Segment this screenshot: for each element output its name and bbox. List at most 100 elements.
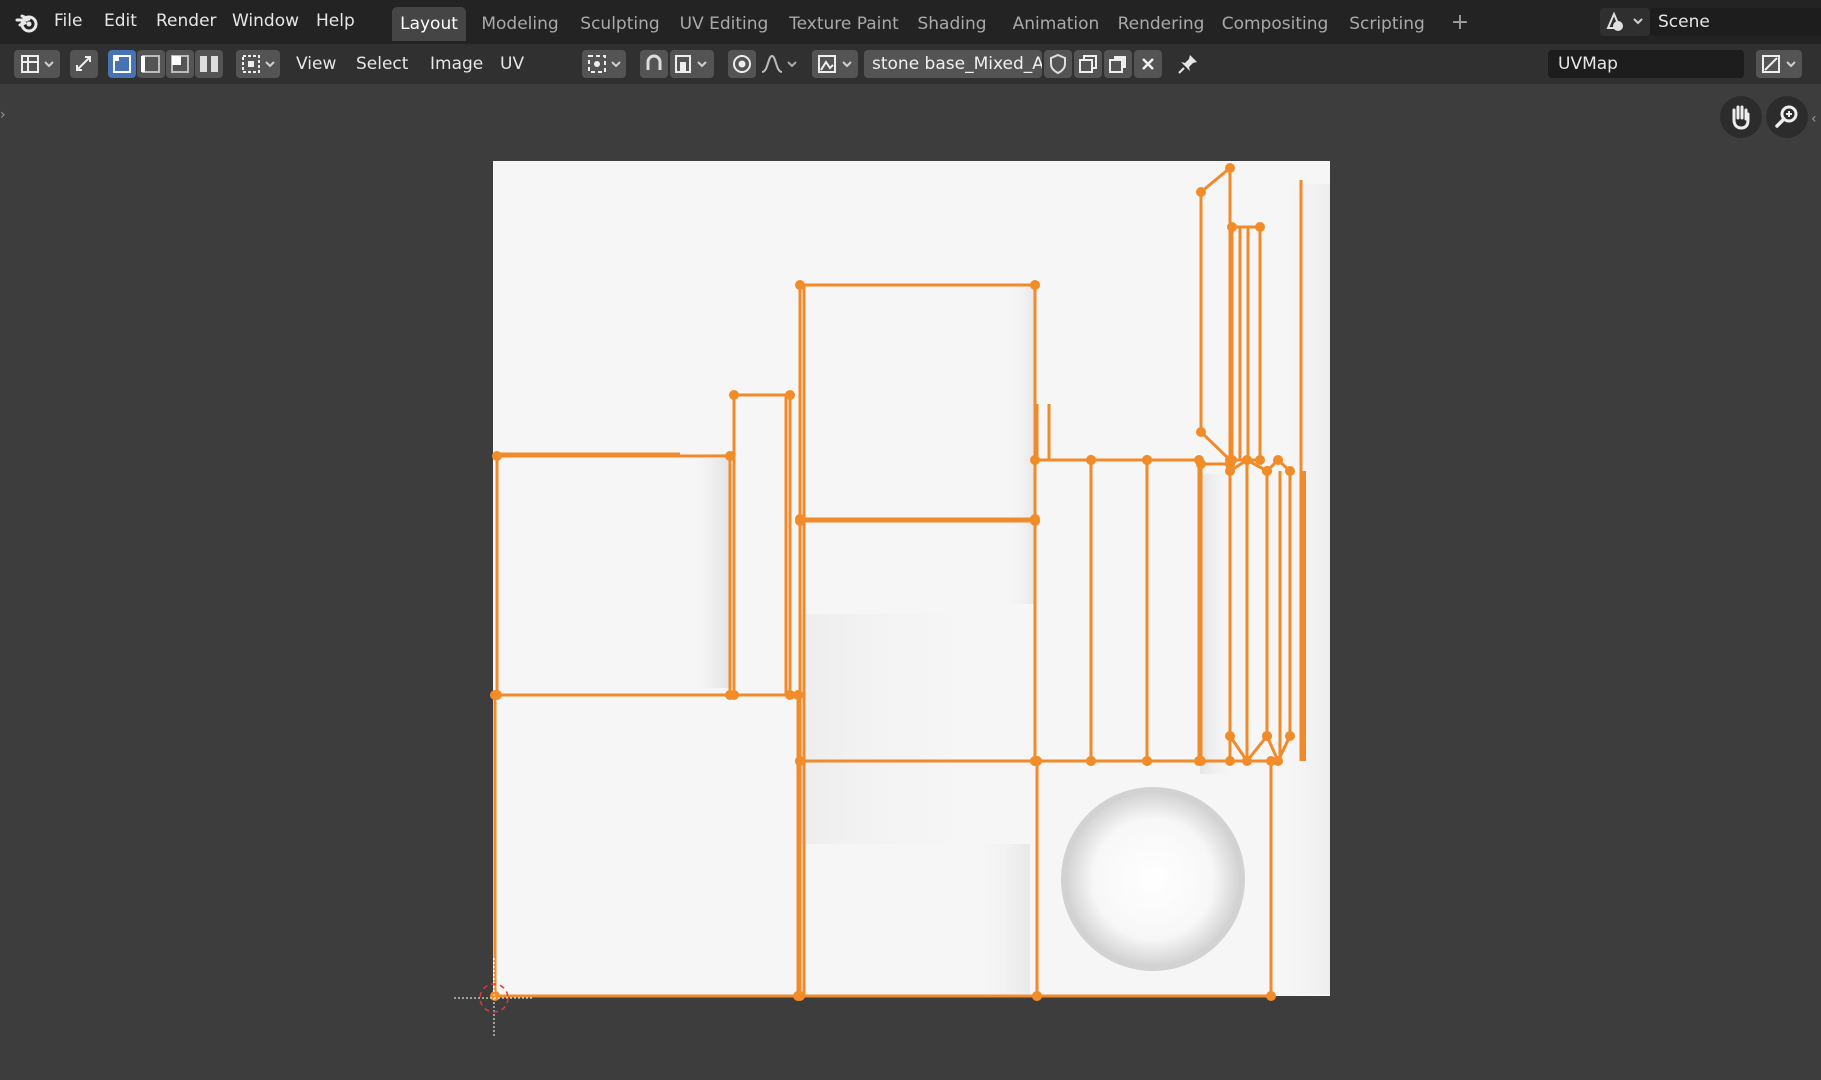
falloff-curve-icon <box>761 54 797 73</box>
fake-user-button[interactable] <box>1044 50 1072 78</box>
close-icon <box>1142 58 1154 70</box>
uv-viewport[interactable]: › ‹ <box>0 84 1821 1080</box>
tab-compositing[interactable]: Compositing <box>1220 7 1330 41</box>
tab-animation[interactable]: Animation <box>1004 7 1108 41</box>
face-select-button[interactable] <box>166 50 194 78</box>
scene-name-field[interactable]: Scene <box>1650 8 1821 36</box>
editor-type-button[interactable] <box>14 50 60 78</box>
new-image-icon <box>1079 55 1097 73</box>
scene-icon <box>1606 11 1643 31</box>
sticky-selection-button[interactable] <box>236 50 280 78</box>
uv-vertex <box>1086 455 1096 465</box>
menu-file[interactable]: File <box>54 0 82 44</box>
uv-map-field[interactable]: UVMap <box>1548 50 1744 78</box>
uv-vertex <box>1196 756 1206 766</box>
uv-vertex <box>1086 756 1096 766</box>
island-select-button[interactable] <box>195 50 223 78</box>
open-image-icon <box>1109 56 1126 73</box>
menu-image[interactable]: Image <box>430 44 483 84</box>
vertex-select-button[interactable] <box>108 50 136 78</box>
uv-vertex <box>1285 466 1295 476</box>
uv-vertex <box>785 390 795 400</box>
menu-select[interactable]: Select <box>356 44 408 84</box>
scene-selector-button[interactable] <box>1600 8 1650 36</box>
menu-edit[interactable]: Edit <box>104 0 137 44</box>
menu-render[interactable]: Render <box>156 0 217 44</box>
tab-sculpting[interactable]: Sculpting <box>576 7 664 41</box>
unlink-image-button[interactable] <box>1134 50 1162 78</box>
tab-uv-editing[interactable]: UV Editing <box>674 7 774 41</box>
tab-texture-paint[interactable]: Texture Paint <box>786 7 902 41</box>
uv-vertex <box>1242 756 1252 766</box>
uv-vertex <box>1196 427 1206 437</box>
tab-layout[interactable]: Layout <box>392 7 466 41</box>
uv-vertex <box>1142 455 1152 465</box>
top-bar: File Edit Render Window Help Layout Mode… <box>0 0 1821 44</box>
uv-vertex <box>1032 756 1042 766</box>
uv-vertex <box>729 690 739 700</box>
uv-vertex <box>1255 455 1265 465</box>
zoom-icon <box>1775 105 1798 128</box>
uv-vertex <box>1225 163 1235 173</box>
sync-selection-icon <box>76 56 91 71</box>
uv-vertex <box>1227 222 1237 232</box>
pin-icon <box>1178 55 1197 74</box>
uv-vertex <box>795 756 805 766</box>
blender-logo-icon[interactable] <box>14 10 40 36</box>
menu-view[interactable]: View <box>296 44 336 84</box>
snap-magnet-icon <box>646 54 662 70</box>
menu-uv[interactable]: UV <box>500 44 524 84</box>
uv-vertex <box>795 516 805 526</box>
uv-vertex <box>1196 459 1206 469</box>
uv-vertex <box>1032 991 1042 1001</box>
zoom-button[interactable] <box>1766 96 1808 138</box>
fake-user-shield-icon <box>1050 53 1066 75</box>
uv-editor-type-icon <box>21 55 54 73</box>
snap-button[interactable] <box>640 50 668 78</box>
tab-modeling[interactable]: Modeling <box>474 7 566 41</box>
display-mode-icon <box>1762 55 1796 73</box>
display-mode-button[interactable] <box>1756 50 1802 78</box>
image-browse-button[interactable] <box>812 50 858 78</box>
menu-help[interactable]: Help <box>316 0 355 44</box>
uv-vertex <box>1255 222 1265 232</box>
tab-scripting[interactable]: Scripting <box>1342 7 1432 41</box>
uv-vertex <box>1285 731 1295 741</box>
uv-canvas[interactable] <box>0 84 1821 1080</box>
proportional-edit-icon <box>733 55 751 73</box>
uv-vertex <box>795 991 805 1001</box>
edge-select-button[interactable] <box>137 50 165 78</box>
tab-rendering[interactable]: Rendering <box>1114 7 1208 41</box>
falloff-button[interactable] <box>758 50 802 78</box>
new-image-button[interactable] <box>1074 50 1102 78</box>
add-workspace-button[interactable]: + <box>1448 6 1472 40</box>
uv-vertex <box>1273 756 1283 766</box>
sticky-selection-icon <box>242 55 275 73</box>
island-select-icon <box>200 56 218 72</box>
snap-target-button[interactable] <box>670 50 714 78</box>
tab-shading[interactable]: Shading <box>912 7 992 41</box>
face-select-icon <box>171 55 189 73</box>
menu-window[interactable]: Window <box>232 0 299 44</box>
uv-vertex <box>1225 756 1235 766</box>
uv-vertex <box>729 390 739 400</box>
proportional-edit-button[interactable] <box>728 50 756 78</box>
uv-vertex <box>1273 455 1283 465</box>
hand-pan-icon <box>1732 105 1750 130</box>
image-name-field[interactable]: stone base_Mixed_A.. <box>864 50 1042 78</box>
uv-vertex <box>1227 455 1237 465</box>
uv-vertex <box>490 991 500 1001</box>
uv-vertex <box>490 690 500 700</box>
uv-editor-header: View Select Image UV stone base_Mixed_A.… <box>0 44 1821 84</box>
image-browse-icon <box>818 55 852 73</box>
uv-vertex <box>1262 466 1272 476</box>
pivot-point-icon <box>588 55 621 73</box>
vertex-select-icon <box>113 55 131 73</box>
open-image-button[interactable] <box>1104 50 1132 78</box>
hand-pan-button[interactable] <box>1720 96 1762 138</box>
sync-selection-button[interactable] <box>70 50 98 78</box>
uv-vertex <box>492 451 502 461</box>
pivot-point-button[interactable] <box>582 50 626 78</box>
uv-vertex <box>1030 280 1040 290</box>
pin-button[interactable] <box>1174 50 1202 78</box>
